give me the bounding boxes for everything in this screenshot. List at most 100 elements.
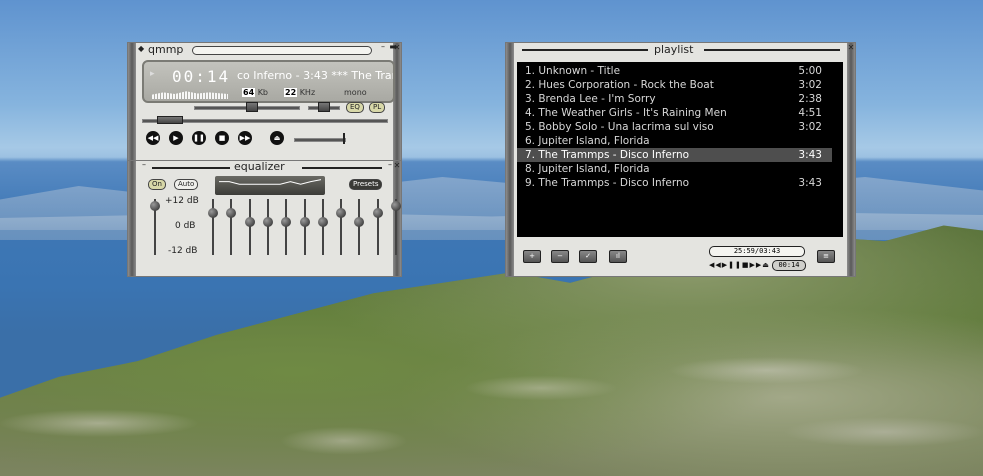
playlist-row[interactable]: 1. Unknown - Title 5:00	[517, 64, 832, 78]
playlist-row[interactable]: 5. Bobby Solo - Una lacrima sul viso 3:02	[517, 120, 832, 134]
playlist-menu-button[interactable]: ≡	[817, 250, 835, 263]
eq-band-knob[interactable]	[244, 217, 255, 228]
playlist-row-duration: 4:51	[798, 107, 822, 119]
eq-auto-button[interactable]: Auto	[174, 179, 199, 190]
remove-track-button[interactable]: −	[551, 250, 569, 263]
playlist-row-duration: 3:43	[798, 177, 822, 189]
eq-left-border	[128, 161, 136, 276]
playlist-row-title: 6. Jupiter Island, Florida	[525, 135, 650, 147]
sort-button[interactable]: ıl	[609, 250, 627, 263]
mono-indicator: mono	[344, 88, 367, 97]
eq-band-slider[interactable]	[244, 199, 255, 255]
eq-minimize-icon[interactable]: –	[140, 161, 148, 169]
playlist-current-time: 00:14	[772, 260, 806, 271]
bitrate-unit: Kb	[257, 88, 269, 97]
eq-band-slider[interactable]	[391, 199, 401, 255]
pl-title-line-left	[522, 49, 648, 51]
playlist-row[interactable]: 9. The Trammps - Disco Inferno 3:43	[517, 176, 832, 190]
pause-button[interactable]: ❚❚	[192, 131, 206, 145]
playlist-toggle-button[interactable]: PL	[369, 102, 386, 113]
playlist-row[interactable]: 7. The Trammps - Disco Inferno 3:43	[517, 148, 832, 162]
eq-band-knob[interactable]	[262, 217, 273, 228]
playlist-row-title: 5. Bobby Solo - Una lacrima sul viso	[525, 121, 714, 133]
playlist-scrollbar[interactable]	[833, 62, 843, 237]
volume-knob[interactable]	[245, 102, 258, 112]
pause-icon: ❚❚	[193, 134, 205, 142]
mini-transport-icons[interactable]: ◀◀▶❚❚■▶▶⏏	[709, 261, 770, 269]
eq-band-knob[interactable]	[299, 217, 310, 228]
eq-band-knob[interactable]	[226, 208, 237, 219]
playlist-row-title: 1. Unknown - Title	[525, 65, 621, 77]
playlist-controls: + − ✓ ıl 25:59/03:43 ◀◀▶❚❚■▶▶⏏ 00:14 ≡	[514, 240, 847, 276]
select-button[interactable]: ✓	[579, 250, 597, 263]
previous-icon: ◀◀	[147, 134, 159, 142]
eq-band-slider[interactable]	[317, 199, 328, 255]
playlist-row-title: 8. Jupiter Island, Florida	[525, 163, 650, 175]
playlist-list[interactable]: 1. Unknown - Title 5:00 2. Hues Corporatio…	[517, 62, 843, 237]
playlist-row-title: 3. Brenda Lee - I'm Sorry	[525, 93, 656, 105]
eq-band-knob[interactable]	[281, 217, 292, 228]
spectrum-visualizer[interactable]	[152, 91, 228, 99]
eq-band-knob[interactable]	[336, 208, 347, 219]
repeat-shuffle-rail	[294, 138, 346, 142]
preamp-slider[interactable]	[150, 199, 160, 255]
player-title: qmmp	[148, 43, 184, 56]
playlist-title-bar[interactable]: playlist	[514, 43, 847, 56]
eq-close-icon[interactable]: ✕	[393, 162, 401, 170]
minimize-icon[interactable]: –	[379, 43, 387, 51]
eq-band-knob[interactable]	[354, 217, 365, 228]
eq-band-knob[interactable]	[208, 208, 218, 219]
eq-title: equalizer	[234, 160, 285, 173]
eq-band-knob[interactable]	[372, 208, 383, 219]
eject-button[interactable]: ⏏	[270, 131, 284, 145]
eq-band-slider[interactable]	[281, 199, 292, 255]
eq-toggle-button[interactable]: EQ	[346, 102, 364, 113]
play-button[interactable]: ▶	[169, 131, 183, 145]
menu-arrow-icon[interactable]: ◆	[138, 44, 144, 53]
playlist-row[interactable]: 8. Jupiter Island, Florida	[517, 162, 832, 176]
eq-band-slider[interactable]	[226, 199, 237, 255]
eq-presets-button[interactable]: Presets	[349, 179, 383, 190]
eq-band-slider[interactable]	[372, 199, 383, 255]
eq-band-slider[interactable]	[336, 199, 347, 255]
playlist-row-duration: 3:02	[798, 79, 822, 91]
playlist-row-title: 4. The Weather Girls - It's Raining Men	[525, 107, 727, 119]
seek-knob[interactable]	[157, 116, 184, 124]
rail-end-marker	[343, 133, 345, 144]
eq-band-slider[interactable]	[208, 199, 218, 255]
hill-rocks	[0, 300, 983, 476]
bitrate-readout: 64 Kb	[242, 88, 268, 97]
eq-band-knob[interactable]	[317, 217, 328, 228]
playlist-row-title: 2. Hues Corporation - Rock the Boat	[525, 79, 714, 91]
playlist-row[interactable]: 6. Jupiter Island, Florida	[517, 134, 832, 148]
playlist-row[interactable]: 4. The Weather Girls - It's Raining Men 4…	[517, 106, 832, 120]
elapsed-time[interactable]: 00:14	[172, 67, 230, 86]
eq-title-line-left	[152, 167, 230, 169]
pl-close-icon[interactable]: ✕	[847, 44, 855, 52]
eq-band-slider[interactable]	[299, 199, 310, 255]
close-icon[interactable]: ✕	[393, 44, 401, 52]
playlist-title: playlist	[654, 43, 694, 56]
player-window: ◆ qmmp – ▬ ✕ ▸ 00:14 co Inferno - 3:43 *…	[128, 43, 401, 161]
playlist-row-duration: 2:38	[798, 93, 822, 105]
player-title-bar[interactable]: ◆ qmmp – ▬	[136, 43, 397, 57]
pl-title-line-right	[704, 49, 840, 51]
title-marquee: co Inferno - 3:43 *** The Tran	[237, 69, 395, 82]
eq-title-bar[interactable]: – equalizer –	[136, 160, 393, 174]
eq-on-button[interactable]: On	[148, 179, 166, 190]
preamp-knob[interactable]	[150, 201, 160, 212]
next-button[interactable]: ▶▶	[238, 131, 252, 145]
player-left-border	[128, 43, 136, 161]
previous-button[interactable]: ◀◀	[146, 131, 160, 145]
add-track-button[interactable]: +	[523, 250, 541, 263]
playlist-row[interactable]: 2. Hues Corporation - Rock the Boat 3:02	[517, 78, 832, 92]
playlist-row-title: 7. The Trammps - Disco Inferno	[525, 149, 690, 161]
playlist-row-duration: 3:43	[798, 149, 822, 161]
db-label-bottom: -12 dB	[168, 246, 198, 256]
eq-band-slider[interactable]	[354, 199, 365, 255]
playlist-row[interactable]: 3. Brenda Lee - I'm Sorry 2:38	[517, 92, 832, 106]
balance-knob[interactable]	[318, 102, 330, 112]
eq-band-knob[interactable]	[391, 201, 401, 212]
stop-button[interactable]: ■	[215, 131, 229, 145]
eq-band-slider[interactable]	[262, 199, 273, 255]
